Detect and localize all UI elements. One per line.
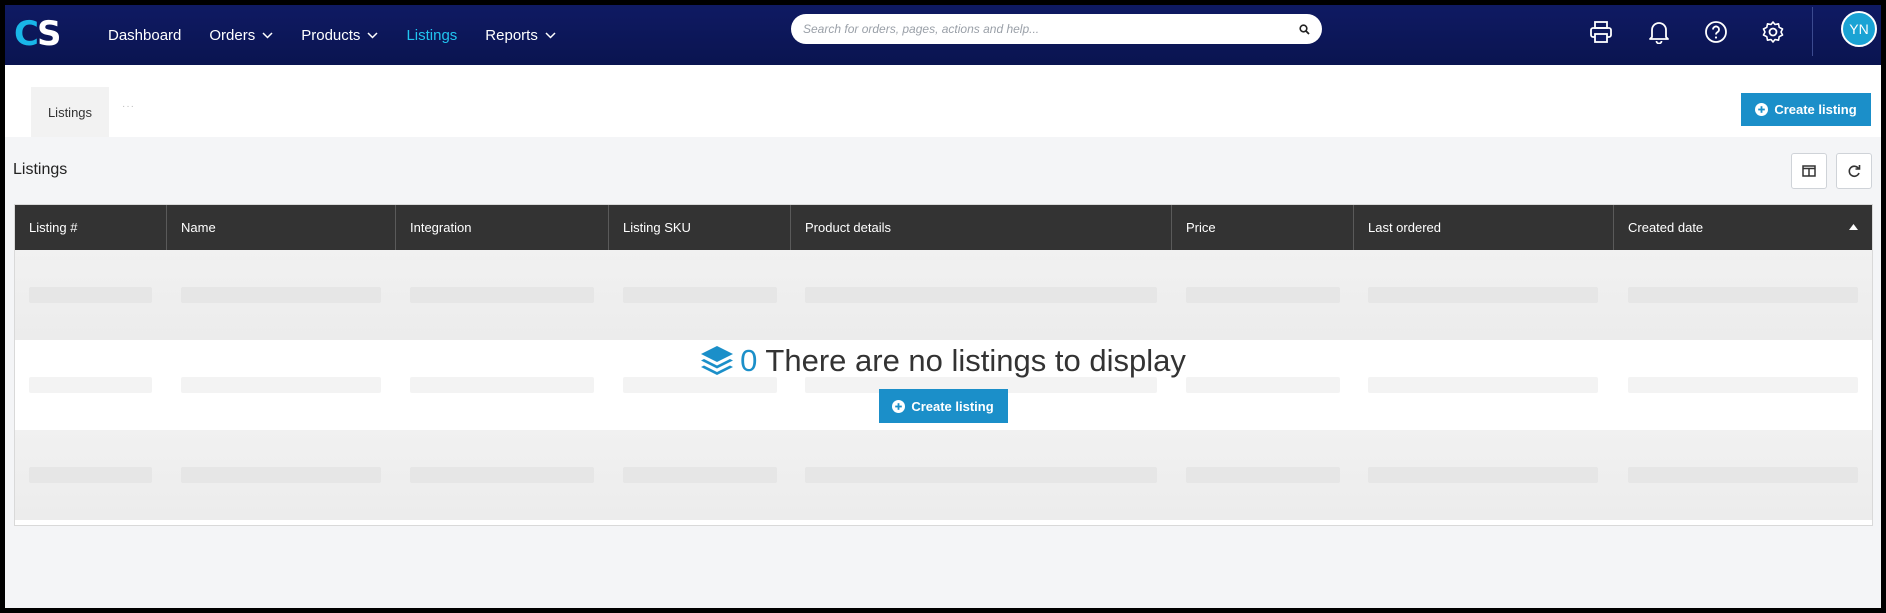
- skeleton-cell: [1368, 467, 1598, 483]
- skeleton-cell: [1186, 467, 1340, 483]
- skeleton-cell: [410, 287, 594, 303]
- nav-products[interactable]: Products: [301, 27, 378, 44]
- skeleton-cell: [805, 467, 1157, 483]
- search-input[interactable]: [803, 22, 1299, 36]
- empty-state-count: 0: [740, 343, 758, 378]
- skeleton-cell: [1628, 287, 1858, 303]
- skeleton-cell: [29, 467, 152, 483]
- nav-dashboard[interactable]: Dashboard: [108, 27, 181, 44]
- user-avatar[interactable]: YN: [1841, 11, 1877, 47]
- skeleton-cell: [410, 467, 594, 483]
- columns-icon: [1802, 165, 1816, 177]
- refresh-icon: [1848, 165, 1861, 177]
- column-header-listing-sku[interactable]: Listing SKU: [609, 205, 791, 250]
- create-listing-button[interactable]: Create listing: [1741, 93, 1871, 126]
- column-header-last-ordered[interactable]: Last ordered: [1354, 205, 1614, 250]
- column-header-price[interactable]: Price: [1172, 205, 1354, 250]
- notifications-button[interactable]: [1646, 19, 1672, 45]
- column-header-product-details[interactable]: Product details: [791, 205, 1172, 250]
- skeleton-cell: [1186, 287, 1340, 303]
- top-navigation-bar: CS Dashboard Orders Products Listings Re…: [5, 5, 1881, 65]
- nav-reports[interactable]: Reports: [485, 27, 556, 44]
- cs-logo[interactable]: CS: [14, 16, 66, 52]
- section-title: Listings: [13, 161, 68, 178]
- global-search: [791, 14, 1322, 44]
- skeleton-cell: [623, 287, 777, 303]
- empty-state-message-line: 0 There are no listings to display: [700, 343, 1186, 379]
- tab-more-indicator[interactable]: ···: [122, 101, 135, 112]
- chevron-down-icon: [545, 31, 556, 39]
- skeleton-cell: [29, 287, 152, 303]
- column-header-listing-number[interactable]: Listing #: [15, 205, 167, 250]
- skeleton-cell: [1628, 467, 1858, 483]
- plus-circle-icon: [1755, 103, 1769, 116]
- help-button[interactable]: [1703, 19, 1729, 45]
- tab-strip: Listings ··· Create listing: [5, 65, 1881, 137]
- header-divider: [1812, 7, 1813, 56]
- empty-state: 0 There are no listings to display Creat…: [5, 343, 1881, 423]
- layers-icon: [701, 346, 734, 375]
- sort-ascending-icon: [1849, 224, 1858, 230]
- skeleton-cell: [623, 467, 777, 483]
- skeleton-row: [15, 430, 1872, 520]
- empty-state-message: There are no listings to display: [765, 343, 1186, 378]
- bell-icon: [1649, 22, 1669, 44]
- refresh-button[interactable]: [1836, 153, 1872, 189]
- plus-circle-icon: [892, 399, 906, 413]
- search-icon[interactable]: [1299, 23, 1310, 35]
- nav-listings[interactable]: Listings: [406, 27, 457, 44]
- chevron-down-icon: [262, 31, 273, 39]
- nav-orders[interactable]: Orders: [209, 27, 273, 44]
- column-header-integration[interactable]: Integration: [396, 205, 609, 250]
- print-button[interactable]: [1588, 19, 1614, 45]
- help-icon: [1705, 21, 1727, 43]
- column-header-created-date[interactable]: Created date: [1614, 205, 1872, 250]
- empty-state-create-listing-button[interactable]: Create listing: [878, 389, 1008, 423]
- skeleton-cell: [1368, 287, 1598, 303]
- app-frame: CS Dashboard Orders Products Listings Re…: [5, 5, 1881, 608]
- gear-icon: [1762, 21, 1784, 43]
- column-settings-button[interactable]: [1791, 153, 1827, 189]
- skeleton-cell: [181, 467, 381, 483]
- settings-button[interactable]: [1760, 19, 1786, 45]
- printer-icon: [1590, 21, 1612, 43]
- table-header: Listing # Name Integration Listing SKU P…: [15, 205, 1872, 250]
- skeleton-cell: [805, 287, 1157, 303]
- chevron-down-icon: [367, 31, 378, 39]
- skeleton-cell: [181, 287, 381, 303]
- skeleton-row: [15, 250, 1872, 340]
- column-header-name[interactable]: Name: [167, 205, 396, 250]
- main-nav: Dashboard Orders Products Listings Repor…: [108, 5, 584, 65]
- tab-listings[interactable]: Listings: [31, 87, 109, 137]
